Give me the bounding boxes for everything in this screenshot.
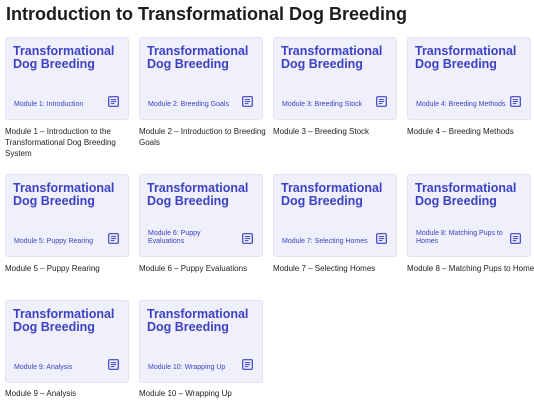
module-caption[interactable]: Module 3 – Breeding Stock bbox=[273, 126, 405, 137]
brand-title: Transformational Dog Breeding bbox=[13, 44, 115, 71]
module-label: Module 7: Selecting Homes bbox=[282, 238, 368, 245]
module-label: Module 8: Matching Pups to Homes bbox=[416, 230, 503, 245]
module-caption[interactable]: Module 1 – Introduction to the Transform… bbox=[5, 126, 137, 159]
book-icon bbox=[108, 96, 119, 107]
module-caption[interactable]: Module 8 – Matching Pups to Homes bbox=[407, 263, 534, 274]
book-icon bbox=[510, 96, 521, 107]
module-label: Module 5: Puppy Rearing bbox=[14, 238, 93, 245]
module-thumbnail[interactable]: Transformational Dog Breeding Module 9: … bbox=[5, 300, 129, 383]
module-caption[interactable]: Module 2 – Introduction to Breeding Goal… bbox=[139, 126, 271, 148]
book-icon bbox=[108, 233, 119, 244]
module-caption[interactable]: Module 7 – Selecting Homes bbox=[273, 263, 405, 274]
module-thumbnail[interactable]: Transformational Dog Breeding Module 8: … bbox=[407, 174, 531, 257]
book-icon bbox=[510, 233, 521, 244]
module-caption[interactable]: Module 4 – Breeding Methods bbox=[407, 126, 534, 137]
module-caption[interactable]: Module 6 – Puppy Evaluations bbox=[139, 263, 271, 274]
module-thumbnail[interactable]: Transformational Dog Breeding Module 10:… bbox=[139, 300, 263, 383]
book-icon bbox=[376, 96, 387, 107]
module-label: Module 3: Breeding Stock bbox=[282, 101, 363, 108]
module-label: Module 10: Wrapping Up bbox=[148, 364, 226, 371]
brand-title: Transformational Dog Breeding bbox=[147, 181, 249, 208]
brand-title: Transformational Dog Breeding bbox=[147, 307, 249, 334]
module-caption[interactable]: Module 10 – Wrapping Up bbox=[139, 388, 271, 399]
module-thumbnail[interactable]: Transformational Dog Breeding Module 3: … bbox=[273, 37, 397, 120]
module-thumbnail[interactable]: Transformational Dog Breeding Module 6: … bbox=[139, 174, 263, 257]
brand-title: Transformational Dog Breeding bbox=[13, 307, 115, 334]
module-card[interactable]: Transformational Dog Breeding Module 6: … bbox=[139, 174, 263, 273]
module-label: Module 9: Analysis bbox=[14, 364, 73, 371]
book-icon bbox=[108, 359, 119, 370]
book-icon bbox=[242, 96, 253, 107]
module-card[interactable]: Transformational Dog Breeding Module 2: … bbox=[139, 37, 266, 147]
module-card[interactable]: Transformational Dog Breeding Module 7: … bbox=[273, 174, 397, 273]
module-label: Module 2: Breeding Goals bbox=[148, 101, 229, 108]
module-thumbnail[interactable]: Transformational Dog Breeding Module 7: … bbox=[273, 174, 397, 257]
book-icon bbox=[242, 359, 253, 370]
brand-title: Transformational Dog Breeding bbox=[13, 181, 115, 208]
module-card[interactable]: Transformational Dog Breeding Module 5: … bbox=[5, 174, 129, 273]
brand-title: Transformational Dog Breeding bbox=[415, 181, 517, 208]
module-caption[interactable]: Module 9 – Analysis bbox=[5, 388, 137, 399]
module-thumbnail[interactable]: Transformational Dog Breeding Module 1: … bbox=[5, 37, 129, 120]
brand-title: Transformational Dog Breeding bbox=[281, 44, 383, 71]
module-thumbnail[interactable]: Transformational Dog Breeding Module 4: … bbox=[407, 37, 531, 120]
module-thumbnail[interactable]: Transformational Dog Breeding Module 2: … bbox=[139, 37, 263, 120]
page-title: Introduction to Transformational Dog Bre… bbox=[6, 4, 408, 24]
module-card[interactable]: Transformational Dog Breeding Module 9: … bbox=[5, 300, 129, 398]
module-caption[interactable]: Module 5 – Puppy Rearing bbox=[5, 263, 137, 274]
module-card[interactable]: Transformational Dog Breeding Module 4: … bbox=[407, 37, 531, 136]
module-label: Module 4: Breeding Methods bbox=[416, 101, 506, 108]
brand-title: Transformational Dog Breeding bbox=[415, 44, 517, 71]
module-card[interactable]: Transformational Dog Breeding Module 1: … bbox=[5, 37, 129, 158]
brand-title: Transformational Dog Breeding bbox=[281, 181, 383, 208]
module-card[interactable]: Transformational Dog Breeding Module 8: … bbox=[407, 174, 534, 273]
module-card[interactable]: Transformational Dog Breeding Module 10:… bbox=[139, 300, 263, 398]
book-icon bbox=[376, 233, 387, 244]
module-card[interactable]: Transformational Dog Breeding Module 3: … bbox=[273, 37, 397, 136]
module-label: Module 1: Introduction bbox=[14, 101, 84, 108]
module-thumbnail[interactable]: Transformational Dog Breeding Module 5: … bbox=[5, 174, 129, 257]
book-icon bbox=[242, 233, 253, 244]
module-label: Module 6: Puppy Evaluations bbox=[148, 230, 201, 245]
brand-title: Transformational Dog Breeding bbox=[147, 44, 249, 71]
